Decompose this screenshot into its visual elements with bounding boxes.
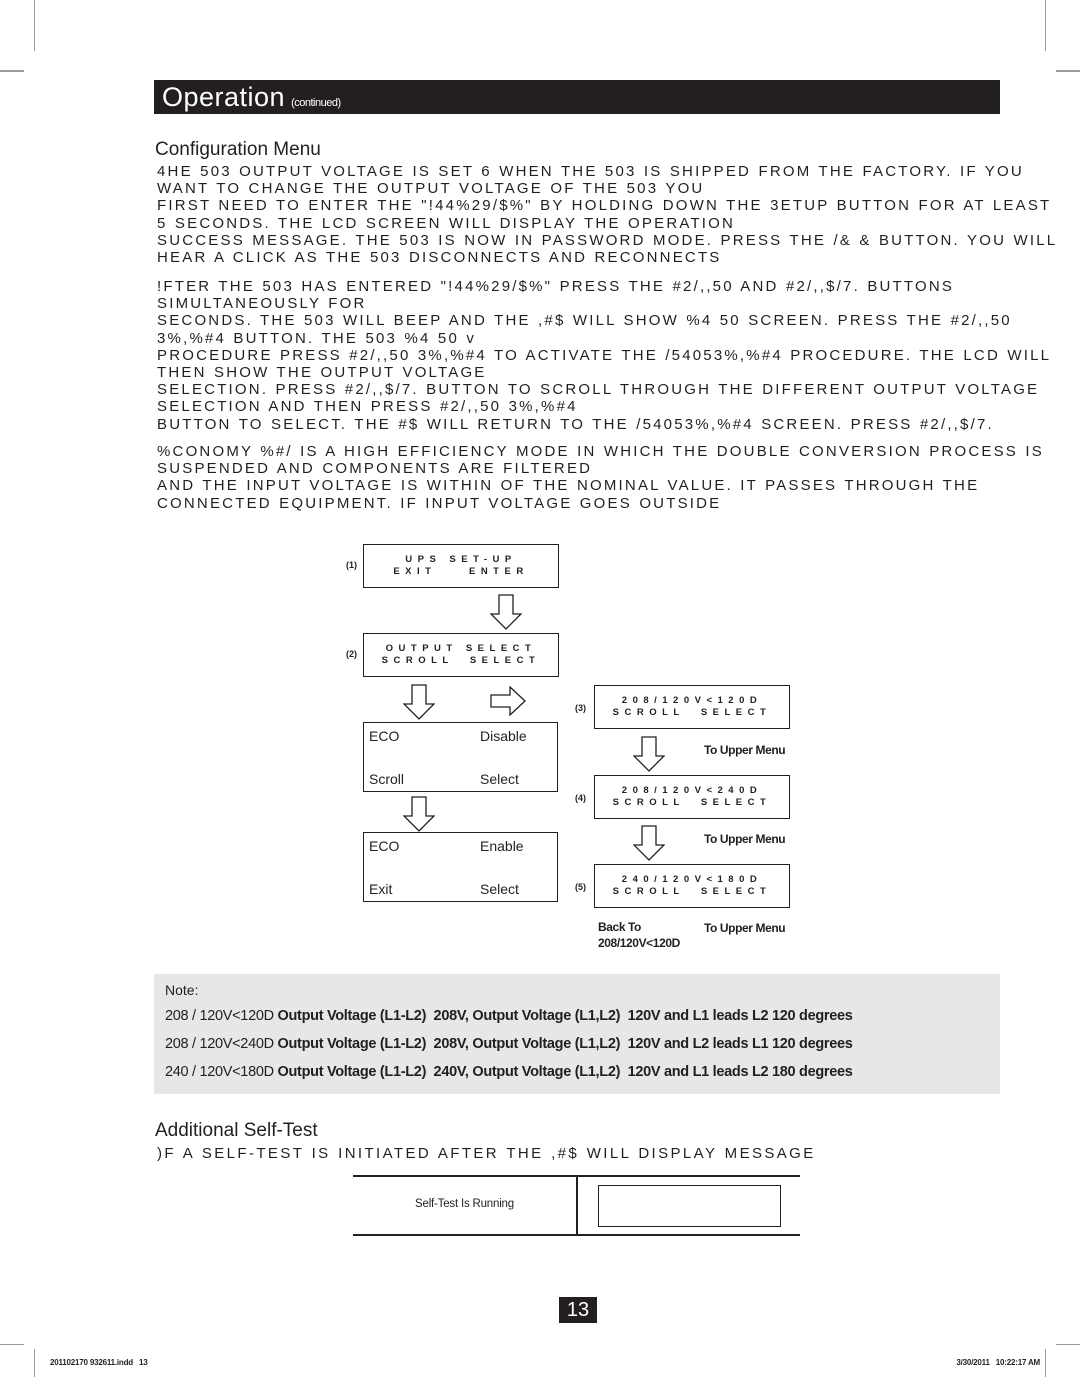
self-test-heading: Additional Self-Test — [155, 1120, 318, 1141]
menu-action-right: Select — [480, 881, 519, 897]
note-row: 208 / 120V<120D Output Voltage (L1-L2) 2… — [165, 1008, 853, 1024]
lcd-line-1: 208/120V<120D — [621, 695, 763, 706]
to-upper-menu-label: To Upper Menu — [704, 832, 786, 846]
step-number: (5) — [575, 882, 586, 892]
lcd-line-1: OUTPUT SELECT — [385, 643, 537, 654]
lcd-line-2: SCROLL SELECT — [612, 797, 772, 808]
lcd-line-1: 208/120V<240D — [621, 785, 763, 796]
eco-disable-screen: ECO Disable Scroll Select — [363, 722, 558, 792]
note-code: 208 / 120V<240D — [165, 1036, 274, 1052]
lcd-line-2: EXIT ENTER — [393, 566, 529, 577]
footer-timestamp: 3/30/2011 10:22:17 AM — [956, 1358, 1040, 1367]
arrow-down-icon — [633, 736, 665, 772]
note-code: 240 / 120V<180D — [165, 1064, 274, 1080]
note-code: 208 / 120V<120D — [165, 1008, 274, 1024]
lcd-line-1: UPS SET-UP — [405, 554, 517, 565]
crop-mark — [1045, 1349, 1046, 1377]
lcd-step-5: 240/120V<180D SCROLL SELECT — [594, 864, 790, 908]
eco-enable-screen: ECO Enable Exit Select — [363, 832, 558, 902]
note-desc: Output Voltage (L1-L2) 240V, Output Volt… — [277, 1064, 853, 1080]
step-number: (3) — [575, 703, 586, 713]
lcd-line-1: 240/120V<180D — [621, 874, 763, 885]
config-paragraph-3: %CONOMY %#/ IS A HIGH EFFICIENCY MODE IN… — [157, 443, 1044, 513]
menu-label: ECO — [369, 838, 400, 854]
self-test-body: )F A SELF-TEST IS INITIATED AFTER THE ,#… — [157, 1145, 816, 1162]
menu-value: Disable — [480, 728, 527, 744]
crop-mark — [0, 1344, 24, 1345]
lcd-display-blank — [598, 1185, 781, 1227]
arrow-down-icon — [403, 796, 435, 832]
self-test-message: Self-Test Is Running — [415, 1198, 514, 1210]
lcd-line-2: SCROLL SELECT — [381, 655, 541, 666]
lcd-line-2: SCROLL SELECT — [612, 707, 772, 718]
crop-mark — [0, 70, 24, 72]
back-to-value: 208/120V<120D — [598, 936, 680, 950]
config-menu-heading: Configuration Menu — [155, 139, 321, 160]
lcd-step-4: 208/120V<240D SCROLL SELECT — [594, 775, 790, 819]
lcd-step-3: 208/120V<120D SCROLL SELECT — [594, 685, 790, 729]
lcd-step-1: UPS SET-UP EXIT ENTER — [363, 544, 559, 588]
menu-action-left: Scroll — [369, 771, 405, 787]
section-subtitle: (continued) — [291, 97, 341, 109]
note-desc: Output Voltage (L1-L2) 208V, Output Volt… — [277, 1036, 853, 1052]
note-row: 240 / 120V<180D Output Voltage (L1-L2) 2… — [165, 1064, 853, 1080]
footer-file: 201102170 932611.indd 13 — [50, 1358, 148, 1367]
step-number: (2) — [346, 649, 357, 659]
lcd-line-2: SCROLL SELECT — [612, 886, 772, 897]
arrow-right-icon — [490, 686, 526, 716]
menu-action-left: Exit — [369, 881, 393, 897]
step-number: (1) — [346, 560, 357, 570]
section-header: Operation (continued) — [154, 80, 1000, 114]
note-row: 208 / 120V<240D Output Voltage (L1-L2) 2… — [165, 1036, 853, 1052]
menu-label: ECO — [369, 728, 400, 744]
note-label: Note: — [165, 982, 199, 998]
to-upper-menu-label: To Upper Menu — [704, 921, 786, 935]
menu-value: Enable — [480, 838, 524, 854]
arrow-down-icon — [490, 594, 522, 630]
crop-mark — [1045, 0, 1046, 51]
note-desc: Output Voltage (L1-L2) 208V, Output Volt… — [277, 1008, 853, 1024]
voltage-note: Note: 208 / 120V<120D Output Voltage (L1… — [154, 974, 1000, 1094]
to-upper-menu-label: To Upper Menu — [704, 743, 786, 757]
crop-mark — [1056, 1344, 1080, 1345]
section-title: Operation — [162, 82, 286, 112]
config-paragraph-2: !FTER THE 503 HAS ENTERED "!44%29/$%" PR… — [157, 278, 1051, 434]
step-number: (4) — [575, 793, 586, 803]
back-to-label: Back To — [598, 920, 641, 934]
menu-action-right: Select — [480, 771, 519, 787]
config-paragraph-1: 4HE 503 OUTPUT VOLTAGE IS SET 6 WHEN THE… — [157, 163, 1057, 267]
crop-mark — [34, 1349, 35, 1377]
arrow-down-icon — [633, 825, 665, 861]
lcd-step-2: OUTPUT SELECT SCROLL SELECT — [363, 633, 559, 677]
crop-mark — [34, 0, 35, 51]
crop-mark — [1056, 70, 1080, 72]
page-number: 13 — [559, 1297, 597, 1323]
arrow-down-icon — [403, 684, 435, 720]
